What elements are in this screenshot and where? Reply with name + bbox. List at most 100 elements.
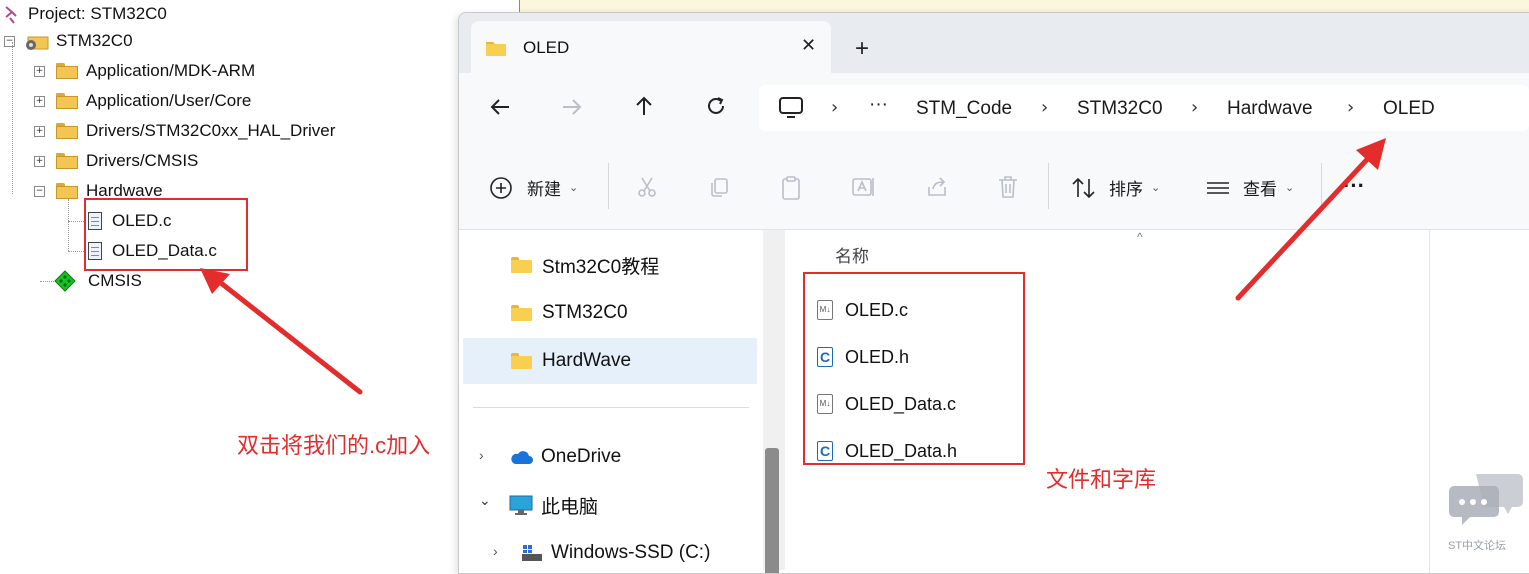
project-title-row[interactable]: Project: STM32C0 [4, 0, 167, 28]
nav-divider [473, 407, 749, 408]
nav-scrollbar-thumb[interactable] [765, 448, 779, 573]
nav-item-thispc[interactable]: ⌄ 此电脑 [463, 482, 757, 528]
address-box[interactable]: › ··· STM_Code › STM32C0 › Hardwave › OL… [759, 85, 1529, 131]
toolbar-separator [608, 163, 609, 209]
new-tab-button[interactable]: + [855, 35, 869, 63]
folder-icon [56, 153, 78, 169]
delete-icon[interactable] [997, 175, 1019, 199]
expand-toggle[interactable]: + [34, 66, 45, 77]
new-button[interactable]: 新建 ⌄ [489, 175, 578, 200]
breadcrumb-item[interactable]: STM32C0 [1077, 98, 1163, 120]
annotation-arrow-left [200, 268, 363, 395]
target-row[interactable]: − STM32C0 [4, 27, 133, 55]
nav-item-label: Windows-SSD (C:) [551, 542, 711, 563]
cmsis-diamond-icon [54, 270, 76, 292]
group-label: Application/User/Core [86, 91, 252, 110]
chevron-right-icon[interactable]: › [479, 447, 484, 463]
group-row[interactable]: + Drivers/STM32C0xx_HAL_Driver [34, 117, 335, 145]
expand-toggle[interactable]: + [34, 126, 45, 137]
chevron-down-icon[interactable]: ⌄ [479, 492, 491, 509]
sort-button[interactable]: 排序 ⌄ [1071, 175, 1160, 200]
breadcrumb-item[interactable]: Hardwave [1227, 98, 1313, 120]
chat-bubble-icon [1449, 474, 1523, 525]
files-highlight [803, 272, 1025, 465]
folder-icon [511, 353, 532, 369]
drive-icon [522, 545, 542, 561]
group-row[interactable]: + Application/MDK-ARM [34, 57, 255, 85]
collapse-toggle[interactable]: − [4, 36, 15, 47]
folder-icon [56, 93, 78, 109]
chevron-right-icon: › [1347, 97, 1355, 118]
chevron-down-icon: ⌄ [1151, 182, 1161, 194]
cut-icon[interactable] [635, 175, 659, 199]
breadcrumb-item[interactable]: OLED [1383, 98, 1435, 120]
project-title: Project: STM32C0 [28, 4, 167, 23]
sort-icon [1072, 177, 1095, 198]
nav-item[interactable]: Stm32C0教程 [463, 242, 757, 288]
paste-icon[interactable] [779, 175, 803, 201]
tab-oled[interactable]: OLED ✕ [471, 21, 831, 73]
tree-line [40, 281, 54, 282]
new-label: 新建 [527, 180, 561, 199]
nav-item-label: HardWave [542, 350, 632, 371]
group-label: Drivers/STM32C0xx_HAL_Driver [86, 121, 336, 140]
watermark-text: ST中文论坛 [1448, 540, 1507, 552]
folder-open-icon [56, 183, 78, 199]
column-header-name[interactable]: 名称 [835, 242, 869, 267]
tree-line [68, 199, 69, 251]
monitor-icon [509, 495, 533, 515]
nav-item[interactable]: STM32C0 [463, 290, 757, 336]
nav-item-label: 此电脑 [541, 496, 599, 518]
tree-line [12, 42, 13, 194]
nav-item-label: OneDrive [541, 446, 622, 467]
forward-arrow-icon[interactable] [561, 97, 583, 122]
plus-circle-icon [490, 176, 512, 199]
cmsis-row[interactable]: CMSIS [54, 267, 142, 295]
refresh-icon[interactable] [705, 95, 727, 122]
folder-icon [56, 63, 78, 79]
rename-icon[interactable] [851, 175, 877, 199]
nav-item-label: STM32C0 [542, 302, 628, 323]
chevron-right-icon[interactable]: › [493, 543, 498, 559]
tab-title: OLED [523, 38, 570, 57]
monitor-icon [779, 97, 803, 124]
tab-bar: OLED ✕ + [459, 13, 1529, 73]
expand-toggle[interactable]: + [34, 156, 45, 167]
nav-item-selected[interactable]: HardWave [463, 338, 757, 384]
group-row[interactable]: + Drivers/CMSIS [34, 147, 198, 175]
up-arrow-icon[interactable] [634, 95, 654, 122]
nav-item-onedrive[interactable]: › OneDrive [463, 434, 757, 480]
annotation-files-hint: 文件和字库 [1046, 467, 1157, 492]
target-icon [24, 33, 49, 50]
onedrive-cloud-icon [511, 451, 533, 464]
annotation-add-hint: 双击将我们的.c加入 [237, 433, 431, 458]
folder-icon [485, 39, 507, 62]
annotation-arrow-right [1235, 138, 1386, 301]
chevron-right-icon: › [1191, 97, 1199, 118]
nav-item-drive[interactable]: › Windows-SSD (C:) [463, 530, 757, 573]
target-label: STM32C0 [56, 31, 133, 50]
back-arrow-icon[interactable] [489, 97, 511, 122]
close-tab-button[interactable]: ✕ [801, 35, 816, 56]
breadcrumb-overflow[interactable]: ··· [869, 94, 888, 116]
sort-label: 排序 [1109, 180, 1143, 199]
breadcrumb-item[interactable]: STM_Code [916, 98, 1012, 120]
expand-toggle[interactable]: + [34, 96, 45, 107]
nav-item-label: Stm32C0教程 [542, 256, 660, 278]
share-icon[interactable] [925, 175, 949, 199]
navigation-pane: Stm32C0教程 STM32C0 HardWave › OneDrive ⌄ … [459, 230, 787, 573]
project-icon [4, 6, 18, 24]
collapse-toggle[interactable]: − [34, 186, 45, 197]
group-label: Drivers/CMSIS [86, 151, 199, 170]
group-label: Application/MDK-ARM [86, 61, 256, 80]
copy-icon[interactable] [707, 175, 731, 199]
group-row[interactable]: + Application/User/Core [34, 87, 251, 115]
folder-icon [511, 257, 532, 273]
folder-icon [511, 305, 532, 321]
folder-icon [56, 123, 78, 139]
chevron-right-icon: › [1041, 97, 1049, 118]
watermark-logo: ST中文论坛 [1448, 470, 1524, 552]
toolbar-separator [1048, 163, 1049, 209]
cmsis-label: CMSIS [88, 271, 142, 290]
chevron-down-icon: ⌄ [569, 182, 579, 194]
